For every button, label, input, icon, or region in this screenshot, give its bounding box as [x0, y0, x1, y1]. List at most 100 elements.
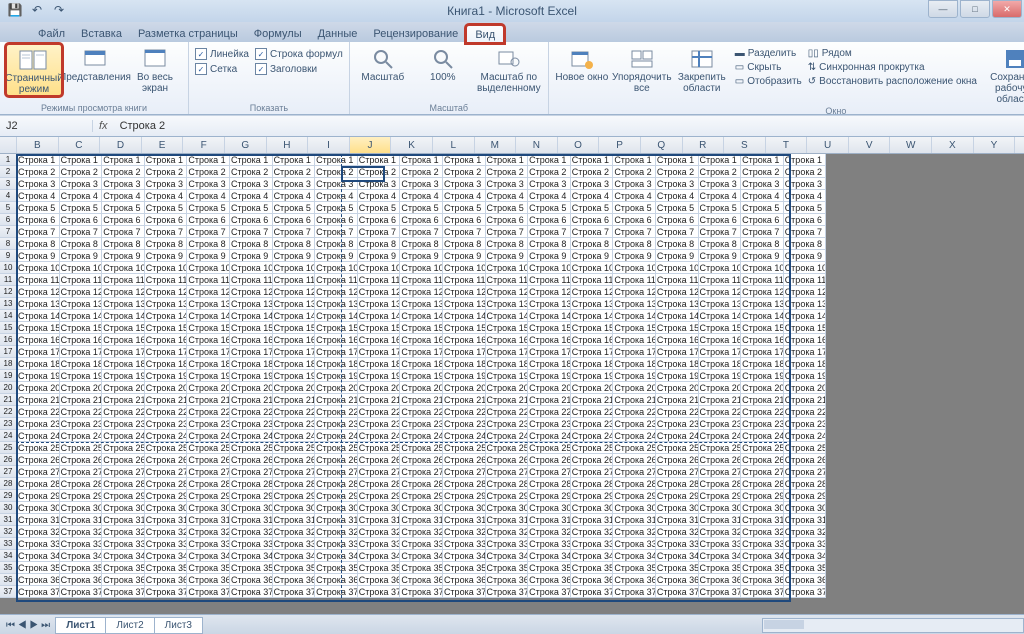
cell[interactable]: Строка 25	[60, 442, 103, 454]
cell[interactable]: Строка 11	[17, 274, 60, 286]
fx-label[interactable]: fx	[93, 120, 114, 132]
cell[interactable]: Строка 37	[60, 586, 103, 598]
cell[interactable]: Строка 34	[741, 550, 784, 562]
select-all-cell[interactable]	[0, 137, 17, 153]
cell[interactable]: Строка 12	[784, 286, 827, 298]
cell[interactable]: Строка 35	[102, 562, 145, 574]
cell[interactable]: Строка 31	[145, 514, 188, 526]
cell[interactable]: Строка 7	[102, 226, 145, 238]
cell[interactable]: Строка 24	[741, 430, 784, 442]
cell[interactable]: Строка 24	[784, 430, 827, 442]
cell[interactable]: Строка 21	[443, 394, 486, 406]
cell[interactable]: Строка 4	[486, 190, 529, 202]
cell[interactable]: Строка 26	[273, 454, 316, 466]
cell[interactable]: Строка 35	[613, 562, 656, 574]
cell[interactable]: Строка 34	[571, 550, 614, 562]
cell[interactable]: Строка 29	[358, 490, 401, 502]
cell[interactable]: Строка 5	[230, 202, 273, 214]
cell[interactable]	[909, 466, 951, 478]
cell[interactable]: Строка 31	[187, 514, 230, 526]
col-header[interactable]: P	[599, 137, 641, 153]
cell[interactable]: Строка 33	[145, 538, 188, 550]
cell[interactable]: Строка 3	[443, 178, 486, 190]
row-header[interactable]: 29	[0, 490, 17, 502]
cell[interactable]: Строка 11	[528, 274, 571, 286]
cell[interactable]	[993, 358, 1024, 370]
cell[interactable]: Строка 27	[102, 466, 145, 478]
cell[interactable]	[868, 310, 910, 322]
cell[interactable]: Строка 19	[187, 370, 230, 382]
cell[interactable]: Строка 9	[613, 250, 656, 262]
cell[interactable]: Строка 15	[443, 322, 486, 334]
cell[interactable]: Строка 17	[358, 346, 401, 358]
cell[interactable]: Строка 36	[145, 574, 188, 586]
cell[interactable]	[868, 478, 910, 490]
cell[interactable]: Строка 8	[273, 238, 316, 250]
row-header[interactable]: 21	[0, 394, 17, 406]
cell[interactable]: Строка 28	[273, 478, 316, 490]
cell[interactable]: Строка 7	[187, 226, 230, 238]
cell[interactable]: Строка 16	[17, 334, 60, 346]
cell[interactable]: Строка 3	[17, 178, 60, 190]
cell[interactable]: Строка 5	[273, 202, 316, 214]
cell[interactable]: Строка 5	[613, 202, 656, 214]
cell[interactable]: Строка 31	[443, 514, 486, 526]
undo-icon[interactable]: ↶	[28, 2, 46, 18]
cell[interactable]: Строка 21	[656, 394, 699, 406]
cell[interactable]: Строка 28	[358, 478, 401, 490]
cell[interactable]: Строка 16	[699, 334, 742, 346]
cell[interactable]: Строка 9	[315, 250, 358, 262]
row-header[interactable]: 23	[0, 418, 17, 430]
cell[interactable]: Строка 24	[613, 430, 656, 442]
cell[interactable]: Строка 16	[102, 334, 145, 346]
cell[interactable]: Строка 2	[187, 166, 230, 178]
cell[interactable]: Строка 20	[230, 382, 273, 394]
cell[interactable]: Строка 16	[443, 334, 486, 346]
cell[interactable]: Строка 14	[187, 310, 230, 322]
cell[interactable]: Строка 36	[528, 574, 571, 586]
cell[interactable]: Строка 4	[102, 190, 145, 202]
cell[interactable]: Строка 17	[145, 346, 188, 358]
cell[interactable]: Строка 23	[60, 418, 103, 430]
cell[interactable]: Строка 30	[17, 502, 60, 514]
cell[interactable]: Строка 2	[443, 166, 486, 178]
cell[interactable]: Строка 5	[528, 202, 571, 214]
cell[interactable]: Строка 21	[17, 394, 60, 406]
cell[interactable]: Строка 8	[613, 238, 656, 250]
cell[interactable]: Строка 20	[102, 382, 145, 394]
sheet-tab[interactable]: Лист1	[55, 617, 106, 634]
cell[interactable]	[993, 334, 1024, 346]
cell[interactable]: Строка 21	[486, 394, 529, 406]
cell[interactable]: Строка 18	[571, 358, 614, 370]
cell[interactable]: Строка 27	[187, 466, 230, 478]
cell[interactable]: Строка 36	[273, 574, 316, 586]
cell[interactable]: Строка 22	[571, 406, 614, 418]
tab-рецензирование[interactable]: Рецензирование	[365, 25, 466, 42]
cell[interactable]: Строка 1	[699, 154, 742, 166]
cell[interactable]	[993, 502, 1024, 514]
unhide-button[interactable]: ▭Отобразить	[735, 76, 802, 87]
cell[interactable]: Строка 34	[273, 550, 316, 562]
cell[interactable]	[868, 358, 910, 370]
cell[interactable]	[993, 490, 1024, 502]
cell[interactable]: Строка 13	[187, 298, 230, 310]
cell[interactable]: Строка 16	[784, 334, 827, 346]
cell[interactable]: Строка 1	[102, 154, 145, 166]
row-header[interactable]: 13	[0, 298, 17, 310]
row-header[interactable]: 37	[0, 586, 17, 598]
cell[interactable]: Строка 14	[656, 310, 699, 322]
cell[interactable]: Строка 37	[571, 586, 614, 598]
cell[interactable]: Строка 23	[187, 418, 230, 430]
cell[interactable]: Строка 14	[528, 310, 571, 322]
close-button[interactable]: ✕	[992, 0, 1022, 18]
cell[interactable]	[826, 382, 868, 394]
cell[interactable]: Строка 7	[443, 226, 486, 238]
cell[interactable]: Строка 22	[528, 406, 571, 418]
grid-rows[interactable]: 1Строка 1Строка 1Строка 1Строка 1Строка …	[0, 154, 1024, 598]
cell[interactable]: Строка 37	[784, 586, 827, 598]
cell[interactable]: Строка 18	[613, 358, 656, 370]
cell[interactable]	[909, 526, 951, 538]
cell[interactable]: Строка 21	[273, 394, 316, 406]
cell[interactable]: Строка 29	[486, 490, 529, 502]
cell[interactable]	[868, 466, 910, 478]
